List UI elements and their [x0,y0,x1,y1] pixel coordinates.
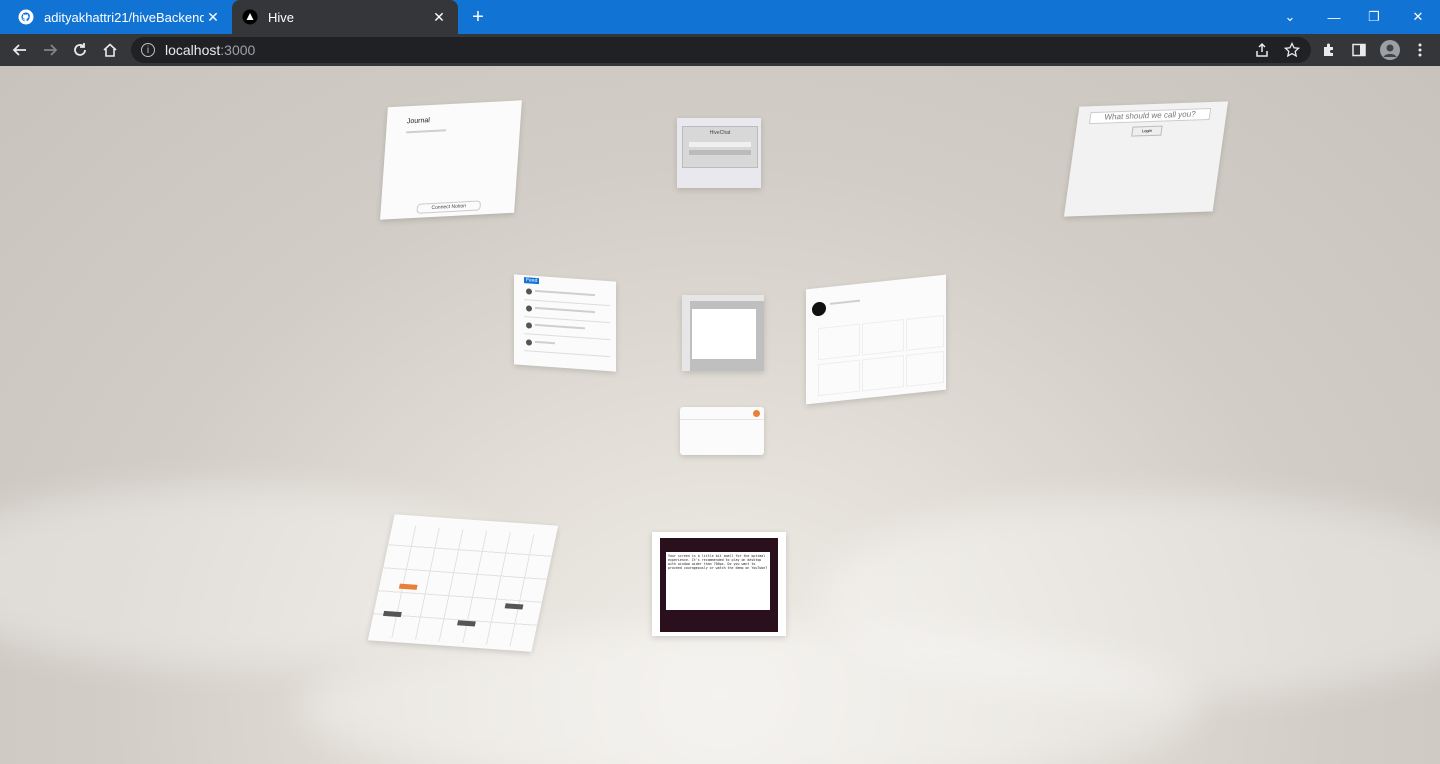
github-icon [18,9,34,25]
profile-card[interactable] [906,350,944,387]
side-panel-icon[interactable] [1347,38,1371,62]
minimize-button[interactable]: — [1312,0,1356,34]
hive-3d-canvas[interactable]: Journal Connect Notion HiveChat What sho… [0,66,1440,764]
tab-strip: adityakhattri21/hiveBackend ✕ Hive ✕ + ⌄… [0,0,1440,34]
home-icon[interactable] [98,38,122,62]
avatar [812,301,826,317]
video-frame: Your screen is a little bit small for th… [660,538,778,632]
journal-panel[interactable]: Journal Connect Notion [380,100,522,220]
hive-icon [242,9,258,25]
name-input[interactable]: What should we call you? [1088,107,1212,125]
avatar [526,305,532,312]
close-window-button[interactable]: ✕ [1396,0,1440,34]
avatar [526,288,532,295]
note-add-icon[interactable] [753,410,760,417]
profile-avatar[interactable] [1378,38,1402,62]
whiteboard-toolbar[interactable] [682,301,690,371]
tab-title: adityakhattri21/hiveBackend [44,9,204,25]
tab-search-icon[interactable]: ⌄ [1268,0,1312,34]
chat-login-title: HiveChat [709,130,731,136]
site-info-icon[interactable]: i [141,43,155,57]
share-icon[interactable] [1250,38,1274,62]
whiteboard-panel[interactable] [682,295,764,371]
url-host: localhost [165,42,221,58]
extensions-icon[interactable] [1317,38,1341,62]
profile-card[interactable] [862,319,904,356]
connect-notion-label: Connect Notion [431,203,467,212]
profile-grid-panel[interactable] [806,274,946,405]
chat-login-button[interactable] [689,150,751,155]
reload-icon[interactable] [68,38,92,62]
profile-card[interactable] [906,314,944,351]
close-tab-icon[interactable]: ✕ [204,8,222,26]
note-panel[interactable] [680,407,764,455]
whiteboard-header [682,295,764,301]
back-icon[interactable] [8,38,32,62]
avatar [526,339,532,346]
whiteboard-canvas[interactable] [692,309,756,359]
tab-github[interactable]: adityakhattri21/hiveBackend ✕ [8,0,232,34]
tab-title: Hive [268,9,295,25]
login-button[interactable]: Login [1131,125,1163,137]
avatar [526,322,532,329]
menu-kebab-icon[interactable] [1408,38,1432,62]
video-notice-panel[interactable]: Your screen is a little bit small for th… [652,532,786,636]
new-tab-button[interactable]: + [466,5,490,29]
calendar-grid[interactable] [368,524,557,648]
browser-toolbar: i localhost:3000 [0,34,1440,66]
feed-panel[interactable]: Feed [514,274,616,372]
feed-badge: Feed [524,277,540,285]
chat-username-input[interactable] [689,142,751,147]
connect-notion-button[interactable]: Connect Notion [416,200,482,214]
profile-card[interactable] [862,355,904,392]
calendar-panel[interactable] [367,514,559,652]
close-tab-icon[interactable]: ✕ [430,8,448,26]
chat-login-card: HiveChat [682,126,758,168]
profile-card[interactable] [818,323,860,361]
url-port: :3000 [220,42,256,58]
chat-login-panel[interactable]: HiveChat [677,118,761,188]
maximize-button[interactable]: ❐ [1352,0,1396,34]
forward-icon[interactable] [38,38,62,62]
journal-title: Journal [406,117,431,126]
address-bar[interactable]: i localhost:3000 [131,37,1311,63]
name-prompt-panel[interactable]: What should we call you? Login [1063,101,1229,217]
screen-size-notice: Your screen is a little bit small for th… [666,552,770,610]
tab-hive[interactable]: Hive ✕ [232,0,458,34]
bookmark-star-icon[interactable] [1280,38,1304,62]
profile-card[interactable] [818,359,860,397]
